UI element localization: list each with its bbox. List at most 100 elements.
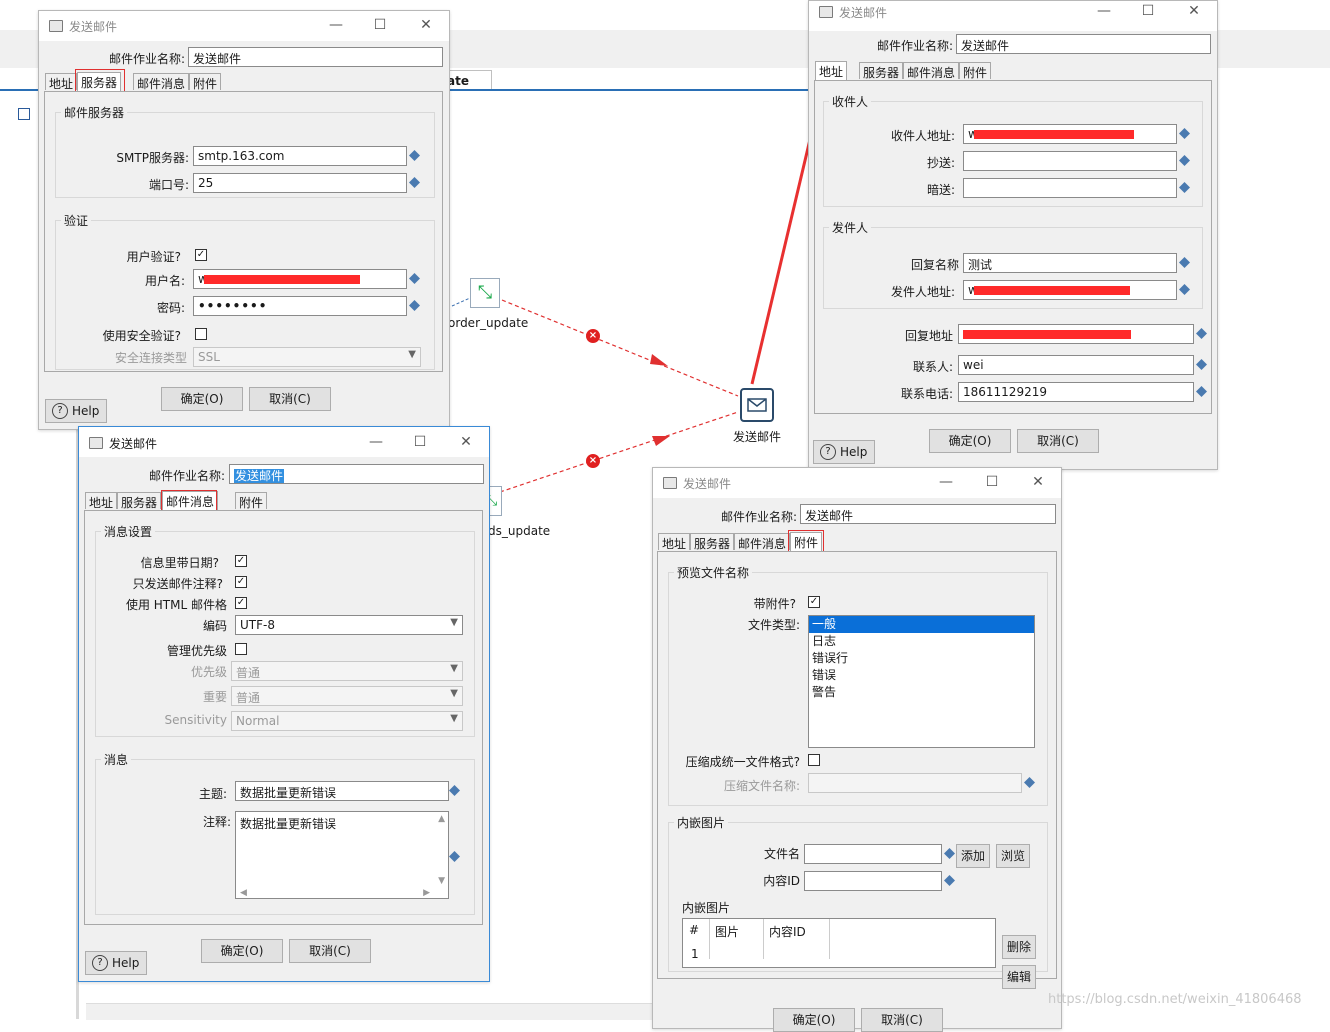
- reply-name-input[interactable]: 测试: [963, 253, 1177, 273]
- list-item[interactable]: 错误行: [809, 650, 1034, 667]
- phone-input[interactable]: 18611129219: [958, 382, 1194, 402]
- scrollbar-up-icon[interactable]: ▲: [438, 814, 445, 824]
- variable-icon[interactable]: [1179, 257, 1190, 268]
- variable-icon[interactable]: [449, 785, 460, 796]
- bcc-input[interactable]: [963, 178, 1177, 198]
- close-icon[interactable]: ✕: [457, 433, 475, 451]
- tab-server[interactable]: 服务器: [690, 533, 735, 551]
- comment-textarea[interactable]: 数据批量更新错误 ▲ ▼ ◀ ▶: [235, 811, 449, 899]
- cancel-button[interactable]: 取消(C): [1017, 429, 1099, 453]
- variable-icon[interactable]: [409, 177, 420, 188]
- close-icon[interactable]: ✕: [417, 16, 435, 34]
- attach-checkbox[interactable]: ✓: [808, 596, 820, 608]
- scrollbar-right-icon[interactable]: ▶: [423, 888, 430, 898]
- variable-icon[interactable]: [1179, 284, 1190, 295]
- maximize-icon[interactable]: ☐: [1139, 2, 1157, 20]
- list-item[interactable]: 错误: [809, 667, 1034, 684]
- ok-button[interactable]: 确定(O): [201, 939, 283, 963]
- cc-input[interactable]: [963, 151, 1177, 171]
- priority-mgmt-checkbox[interactable]: [235, 643, 247, 655]
- tab-attachment[interactable]: 附件: [235, 492, 268, 510]
- secure-auth-checkbox[interactable]: [195, 328, 207, 340]
- variable-icon[interactable]: [409, 273, 420, 284]
- variable-icon[interactable]: [1196, 359, 1207, 370]
- secure-type-select[interactable]: SSL ▼: [193, 347, 421, 367]
- close-icon[interactable]: ✕: [1029, 473, 1047, 491]
- variable-icon[interactable]: [409, 150, 420, 161]
- help-button[interactable]: ? Help: [45, 399, 107, 423]
- order-update-node-icon[interactable]: ⤡: [470, 278, 500, 308]
- zip-name-input[interactable]: [808, 773, 1022, 793]
- help-button[interactable]: ? Help: [85, 951, 147, 975]
- maximize-icon[interactable]: ☐: [411, 433, 429, 451]
- html-checkbox[interactable]: ✓: [235, 597, 247, 609]
- cancel-button[interactable]: 取消(C): [861, 1008, 943, 1032]
- delete-button[interactable]: 删除: [1002, 935, 1036, 959]
- job-name-input[interactable]: 发送邮件: [800, 504, 1056, 524]
- from-input[interactable]: w: [963, 280, 1177, 300]
- variable-icon[interactable]: [1024, 777, 1035, 788]
- close-icon[interactable]: ✕: [1185, 2, 1203, 20]
- job-name-input[interactable]: 发送邮件: [188, 47, 443, 67]
- password-input[interactable]: ••••••••: [193, 296, 407, 316]
- sensitivity-select[interactable]: Normal ▼: [231, 711, 463, 731]
- minimize-icon[interactable]: —: [937, 473, 955, 491]
- filename-input[interactable]: [804, 844, 942, 864]
- tab-server[interactable]: 服务器: [117, 492, 162, 510]
- user-auth-checkbox[interactable]: ✓: [195, 249, 207, 261]
- list-item[interactable]: 一般: [809, 616, 1034, 633]
- tab-attachment[interactable]: 附件: [959, 62, 992, 80]
- file-type-list[interactable]: 一般 日志 错误行 错误 警告: [808, 615, 1035, 748]
- zip-checkbox[interactable]: [808, 754, 820, 766]
- to-input[interactable]: w: [963, 124, 1177, 144]
- tab-attachment[interactable]: 附件: [189, 73, 222, 91]
- table-row-index[interactable]: 1: [691, 947, 699, 961]
- maximize-icon[interactable]: ☐: [371, 16, 389, 34]
- content-id-input[interactable]: [804, 871, 942, 891]
- add-button[interactable]: 添加: [956, 844, 990, 868]
- variable-icon[interactable]: [1196, 386, 1207, 397]
- minimize-icon[interactable]: —: [1095, 2, 1113, 20]
- variable-icon[interactable]: [409, 300, 420, 311]
- help-button[interactable]: ? Help: [813, 440, 875, 464]
- encoding-select[interactable]: UTF-8 ▼: [235, 615, 463, 635]
- cancel-button[interactable]: 取消(C): [249, 387, 331, 411]
- priority-select[interactable]: 普通 ▼: [231, 661, 463, 681]
- reply-addr-input[interactable]: w: [958, 324, 1194, 344]
- tab-message[interactable]: 邮件消息: [734, 533, 791, 551]
- ok-button[interactable]: 确定(O): [161, 387, 243, 411]
- variable-icon[interactable]: [1179, 128, 1190, 139]
- edit-button[interactable]: 编辑: [1002, 965, 1036, 989]
- variable-icon[interactable]: [1179, 155, 1190, 166]
- only-comment-checkbox[interactable]: ✓: [235, 576, 247, 588]
- send-email-node-icon[interactable]: [740, 388, 774, 422]
- tab-address[interactable]: 地址: [815, 61, 848, 80]
- date-checkbox[interactable]: ✓: [235, 555, 247, 567]
- minimize-icon[interactable]: —: [367, 433, 385, 451]
- list-item[interactable]: 日志: [809, 633, 1034, 650]
- port-input[interactable]: 25: [193, 173, 407, 193]
- job-name-input[interactable]: 发送邮件: [229, 464, 484, 484]
- ok-button[interactable]: 确定(O): [773, 1008, 855, 1032]
- tab-address[interactable]: 地址: [45, 73, 78, 91]
- variable-icon[interactable]: [1179, 182, 1190, 193]
- list-item[interactable]: 警告: [809, 684, 1034, 701]
- tab-address[interactable]: 地址: [85, 492, 118, 510]
- cancel-button[interactable]: 取消(C): [289, 939, 371, 963]
- scrollbar-left-icon[interactable]: ◀: [240, 888, 247, 898]
- variable-icon[interactable]: [1196, 328, 1207, 339]
- scrollbar-down-icon[interactable]: ▼: [438, 876, 445, 886]
- ok-button[interactable]: 确定(O): [929, 429, 1011, 453]
- tab-address[interactable]: 地址: [658, 533, 691, 551]
- smtp-input[interactable]: smtp.163.com: [193, 146, 407, 166]
- variable-icon[interactable]: [944, 875, 955, 886]
- maximize-icon[interactable]: ☐: [983, 473, 1001, 491]
- browse-button[interactable]: 浏览: [996, 844, 1030, 868]
- subject-input[interactable]: 数据批量更新错误: [235, 781, 449, 801]
- tab-server[interactable]: 服务器: [859, 62, 904, 80]
- tab-message[interactable]: 邮件消息: [903, 62, 960, 80]
- username-input[interactable]: w: [193, 269, 407, 289]
- contact-input[interactable]: wei: [958, 355, 1194, 375]
- job-name-input[interactable]: 发送邮件: [956, 34, 1211, 54]
- tab-message[interactable]: 邮件消息: [133, 73, 190, 91]
